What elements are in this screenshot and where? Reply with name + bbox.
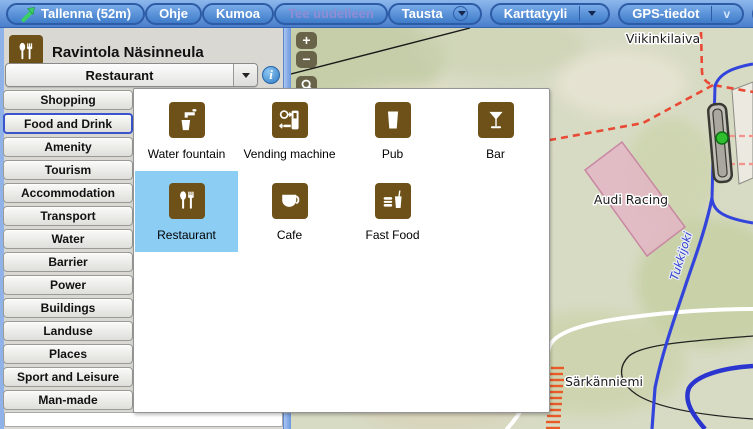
info-button[interactable]: i [262, 66, 280, 84]
restaurant-icon [169, 183, 205, 219]
feature-label: Fast Food [365, 228, 419, 242]
map-label-viikinkilaiva: Viikinkilaiva [626, 31, 700, 46]
type-selector[interactable]: Restaurant [5, 63, 258, 87]
cafe-icon [272, 183, 308, 219]
pub-icon [375, 102, 411, 138]
map-style-button[interactable]: Karttatyyli [490, 3, 611, 25]
feature-restaurant[interactable]: Restaurant [135, 171, 238, 252]
category-amenity[interactable]: Amenity [3, 137, 133, 157]
category-water[interactable]: Water [3, 229, 133, 249]
zoom-in-button[interactable]: + [296, 32, 317, 49]
help-button[interactable]: Ohje [145, 3, 202, 25]
map-node-green[interactable] [716, 132, 728, 144]
category-buildings[interactable]: Buildings [3, 298, 133, 318]
feature-vending-machine[interactable]: Vending machine [238, 90, 341, 171]
type-selector-value: Restaurant [6, 68, 233, 83]
feature-label: Pub [382, 147, 403, 161]
chevron-down-icon [242, 73, 250, 78]
feature-label: Water fountain [148, 147, 226, 161]
water-fountain-icon [169, 102, 205, 138]
feature-water-fountain[interactable]: Water fountain [135, 90, 238, 171]
map-zoom-controls: + − [296, 32, 317, 96]
vending-machine-icon [272, 102, 308, 138]
divider [711, 6, 712, 21]
background-button-label: Tausta [402, 6, 443, 21]
feature-pub[interactable]: Pub [341, 90, 444, 171]
category-tourism[interactable]: Tourism [3, 160, 133, 180]
gps-data-button-label: GPS-tiedot [632, 6, 699, 21]
background-button[interactable]: Tausta [388, 3, 482, 25]
category-transport[interactable]: Transport [3, 206, 133, 226]
fast-food-icon [375, 183, 411, 219]
category-power[interactable]: Power [3, 275, 133, 295]
feature-label: Vending machine [243, 147, 335, 161]
category-landuse[interactable]: Landuse [3, 321, 133, 341]
map-style-button-label: Karttatyyli [504, 6, 568, 21]
toolbar-right-group: Tausta Karttatyyli GPS-tiedot v Asetukse… [388, 3, 753, 25]
feature-bar[interactable]: Bar [444, 90, 547, 171]
map-label-audi-racing: Audi Racing [594, 192, 668, 207]
toolbar: Tallenna (52m) Ohje Kumoa Tee uudelleen … [0, 0, 753, 28]
map-label-sarkanniemi: Särkänniemi [565, 374, 643, 389]
feature-cafe[interactable]: Cafe [238, 171, 341, 252]
chevron-down-icon: v [723, 7, 730, 21]
redo-button: Tee uudelleen [274, 3, 388, 25]
poi-title: Ravintola Näsinneula [52, 44, 204, 61]
upload-arrow-icon [20, 6, 36, 22]
feature-label: Restaurant [157, 228, 216, 242]
save-button-label: Tallenna (52m) [41, 6, 131, 21]
category-food-and-drink[interactable]: Food and Drink [3, 113, 133, 134]
feature-picker-popup: Water fountain Vending machine [133, 88, 550, 413]
app-window: Viikinkilaiva Audi Racing Särkänniemi Tu… [0, 0, 753, 429]
category-man-made[interactable]: Man-made [3, 390, 133, 410]
bar-icon [478, 102, 514, 138]
chevron-down-icon [588, 11, 596, 16]
category-places[interactable]: Places [3, 344, 133, 364]
undo-button[interactable]: Kumoa [202, 3, 274, 25]
chevron-down-icon [458, 11, 466, 16]
category-accommodation[interactable]: Accommodation [3, 183, 133, 203]
category-sport-and-leisure[interactable]: Sport and Leisure [3, 367, 133, 387]
save-button[interactable]: Tallenna (52m) [6, 3, 145, 25]
background-dropdown-button[interactable] [453, 6, 468, 21]
feature-label: Cafe [277, 228, 302, 242]
feature-fast-food[interactable]: Fast Food [341, 171, 444, 252]
type-selector-arrow-button[interactable] [233, 64, 257, 86]
category-list: Shopping Food and Drink Amenity Tourism … [3, 90, 133, 413]
category-shopping[interactable]: Shopping [3, 90, 133, 110]
divider [579, 6, 580, 21]
zoom-out-button[interactable]: − [296, 51, 317, 68]
gps-data-button[interactable]: GPS-tiedot v [618, 3, 744, 25]
feature-label: Bar [486, 147, 505, 161]
category-barrier[interactable]: Barrier [3, 252, 133, 272]
panel-footer [4, 412, 283, 427]
